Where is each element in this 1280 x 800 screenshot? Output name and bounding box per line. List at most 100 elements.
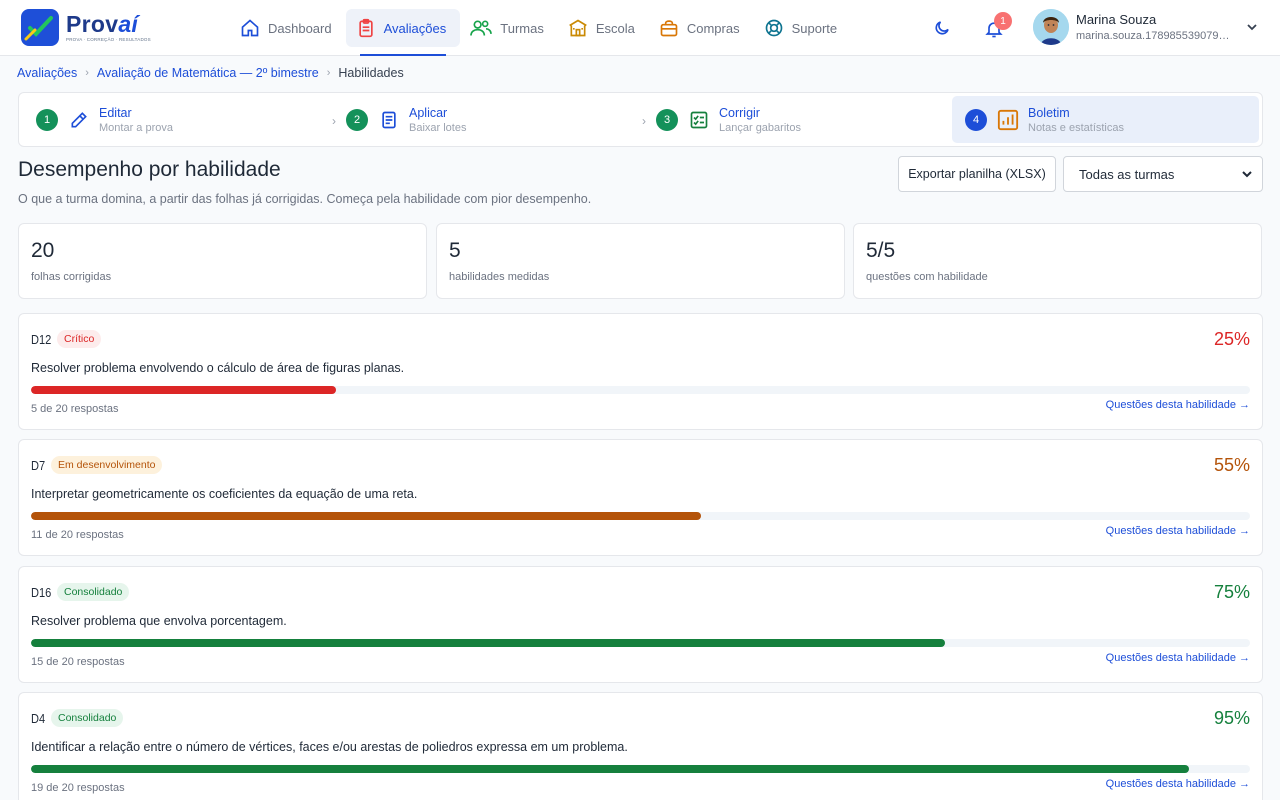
page-title: Desempenho por habilidade xyxy=(18,158,281,181)
step-title: Aplicar xyxy=(409,105,448,120)
stat-value: 5 xyxy=(449,239,461,262)
skill-description: Identificar a relação entre o número de … xyxy=(31,740,628,754)
progress-fill xyxy=(31,639,946,647)
stat-value: 20 xyxy=(31,239,55,262)
brand-tagline: PROVA · CORREÇÃO · RESULTADOS xyxy=(66,37,151,42)
skill-responses: 19 de 20 respostas xyxy=(31,782,125,794)
skill-card: D4 Consolidado 95% Identificar a relação… xyxy=(18,692,1263,800)
nav-turmas-label: Turmas xyxy=(500,20,544,36)
skill-code: D4 xyxy=(31,711,46,726)
step-boletim[interactable]: 4 Boletim Notas e estatísticas xyxy=(952,96,1259,143)
skill-questions-link[interactable]: Questões desta habilidade → xyxy=(1106,652,1250,664)
bar-chart-icon xyxy=(997,109,1019,131)
step-subtitle: Notas e estatísticas xyxy=(1028,121,1124,134)
checklist-icon xyxy=(688,109,710,131)
step-subtitle: Montar a prova xyxy=(99,121,173,134)
theme-toggle-button[interactable] xyxy=(930,16,954,40)
nav-dashboard[interactable]: Dashboard xyxy=(230,9,346,47)
workflow-stepper: 1 Editar Montar a prova › 2 Aplicar Baix… xyxy=(18,92,1263,147)
stat-card-questoes: 5/5 questões com habilidade xyxy=(853,223,1262,299)
user-menu[interactable]: Marina Souza marina.souza.178985539079@p… xyxy=(1033,9,1258,45)
lifebuoy-icon xyxy=(765,19,782,37)
stat-label: questões com habilidade xyxy=(866,271,988,283)
breadcrumb-current: Habilidades xyxy=(338,66,404,80)
nav-avaliacoes-label: Avaliações xyxy=(383,20,447,36)
stat-value: 5/5 xyxy=(866,239,896,262)
export-xlsx-button[interactable]: Exportar planilha (XLSX) xyxy=(898,156,1056,192)
skill-responses: 11 de 20 respostas xyxy=(31,529,124,541)
breadcrumb-separator-icon: › xyxy=(85,67,89,79)
user-name: Marina Souza xyxy=(1076,12,1157,27)
nav-compras[interactable]: Compras xyxy=(649,9,754,47)
notifications-button[interactable]: 1 xyxy=(982,12,1012,42)
status-badge: Crítico xyxy=(57,330,102,348)
skill-responses: 15 de 20 respostas xyxy=(31,656,125,668)
step-aplicar[interactable]: 2 Aplicar Baixar lotes xyxy=(333,96,633,143)
users-icon xyxy=(470,20,493,36)
step-editar[interactable]: 1 Editar Montar a prova xyxy=(23,96,323,143)
brand-name: Provaí xyxy=(66,11,139,37)
pencil-icon xyxy=(68,109,90,131)
shopping-bag-icon xyxy=(660,20,678,37)
top-navigation-bar: Provaí PROVA · CORREÇÃO · RESULTADOS Das… xyxy=(0,0,1280,56)
progress-fill xyxy=(31,512,702,520)
school-icon xyxy=(569,19,587,37)
chevron-down-icon xyxy=(1242,171,1252,178)
breadcrumb-separator-icon: › xyxy=(326,67,331,79)
skill-code: D16 xyxy=(31,585,52,600)
status-badge: Consolidado xyxy=(51,709,124,727)
breadcrumb-avaliacao[interactable]: Avaliação de Matemática — 2º bimestre xyxy=(97,66,319,80)
nav-avaliacoes[interactable]: Avaliações xyxy=(345,9,461,56)
skill-description: Resolver problema envolvendo o cálculo d… xyxy=(31,361,405,375)
nav-escola[interactable]: Escola xyxy=(558,9,649,47)
nav-compras-label: Compras xyxy=(686,20,740,36)
skill-card: D16 Consolidado 75% Resolver problema qu… xyxy=(18,566,1263,683)
skill-questions-link[interactable]: Questões desta habilidade → xyxy=(1106,525,1250,537)
progress-bar xyxy=(31,765,1250,773)
nav-escola-label: Escola xyxy=(595,20,635,36)
breadcrumb: Avaliações › Avaliação de Matemática — 2… xyxy=(17,66,404,80)
stat-card-folhas: 20 folhas corrigidas xyxy=(18,223,427,299)
skill-percent: 75% xyxy=(1213,582,1250,602)
brand-logo[interactable]: Provaí PROVA · CORREÇÃO · RESULTADOS xyxy=(21,9,151,46)
nav-suporte-label: Suporte xyxy=(791,20,838,36)
progress-fill xyxy=(31,386,336,394)
moon-icon xyxy=(935,21,949,35)
step-corrigir[interactable]: 3 Corrigir Lançar gabaritos xyxy=(643,96,943,143)
skill-card: D7 Em desenvolvimento 55% Interpretar ge… xyxy=(18,439,1263,556)
skill-description: Interpretar geometricamente os coeficien… xyxy=(31,487,418,501)
skill-description: Resolver problema que envolva porcentage… xyxy=(31,614,287,628)
chevron-down-icon xyxy=(1247,24,1257,31)
stat-label: habilidades medidas xyxy=(449,271,550,283)
logo-checkmark-icon xyxy=(21,9,59,46)
step-title: Corrigir xyxy=(719,105,760,120)
step-number: 2 xyxy=(346,108,368,131)
class-filter-select[interactable]: Todas as turmas xyxy=(1063,156,1263,192)
main-nav: Dashboard Avaliações Turmas Escola Compr… xyxy=(230,9,852,56)
nav-suporte[interactable]: Suporte xyxy=(754,9,852,47)
step-subtitle: Lançar gabaritos xyxy=(719,121,801,134)
clipboard-icon xyxy=(358,18,373,38)
user-email: marina.souza.178985539079@provai.com xyxy=(1076,30,1236,42)
breadcrumb-avaliacoes[interactable]: Avaliações xyxy=(17,66,77,80)
page-description: O que a turma domina, a partir das folha… xyxy=(18,192,592,206)
notification-count-badge: 1 xyxy=(994,12,1012,30)
stat-card-habilidades: 5 habilidades medidas xyxy=(436,223,845,299)
skill-questions-link[interactable]: Questões desta habilidade → xyxy=(1106,399,1250,411)
progress-bar xyxy=(31,639,1250,647)
nav-turmas[interactable]: Turmas xyxy=(460,9,558,47)
skill-percent: 95% xyxy=(1213,708,1250,728)
skill-percent: 25% xyxy=(1213,329,1250,349)
step-number: 3 xyxy=(656,108,678,131)
progress-bar xyxy=(31,386,1250,394)
document-icon xyxy=(378,109,400,131)
skill-card: D12 Crítico 25% Resolver problema envolv… xyxy=(18,313,1263,430)
skill-code: D12 xyxy=(31,332,52,347)
skill-code: D7 xyxy=(31,458,46,473)
step-title: Editar xyxy=(99,105,132,120)
skill-questions-link[interactable]: Questões desta habilidade → xyxy=(1106,778,1250,790)
status-badge: Em desenvolvimento xyxy=(51,456,163,474)
status-badge: Consolidado xyxy=(57,583,130,601)
home-icon xyxy=(241,19,259,37)
avatar xyxy=(1033,9,1069,45)
